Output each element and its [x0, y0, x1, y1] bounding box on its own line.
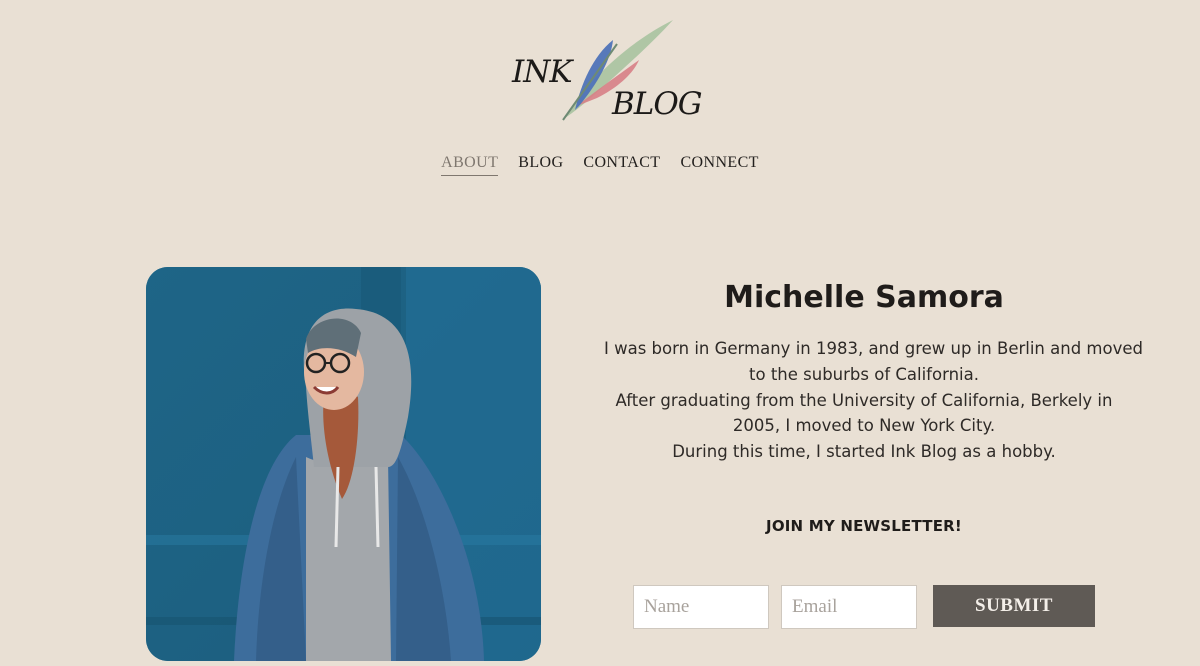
- ink-blog-logo[interactable]: INK BLOG: [505, 14, 705, 126]
- nav-item-connect[interactable]: CONNECT: [680, 154, 758, 176]
- newsletter-submit-button[interactable]: SUBMIT: [933, 585, 1095, 627]
- bio-line: During this time, I started Ink Blog as …: [672, 442, 1056, 462]
- bio-line: 2005, I moved to New York City.: [732, 416, 996, 436]
- nav-item-about[interactable]: ABOUT: [441, 154, 499, 176]
- profile-name: Michelle Samora: [724, 280, 1004, 315]
- page: INK BLOG ABOUT BLOG CONTACT CONNECT Mich…: [0, 0, 1200, 666]
- logo-text-blog: BLOG: [612, 86, 703, 122]
- profile-bio: I was born in Germany in 1983, and grew …: [604, 336, 1143, 465]
- logo-text-ink: INK: [512, 54, 573, 90]
- main-nav: ABOUT BLOG CONTACT CONNECT: [0, 154, 1200, 176]
- bio-line: I was born in Germany in 1983, and grew …: [604, 339, 1143, 358]
- profile-photo: [146, 267, 541, 661]
- bio-line: After graduating from the University of …: [615, 390, 1113, 410]
- nav-item-blog[interactable]: BLOG: [518, 154, 563, 176]
- nav-item-contact[interactable]: CONTACT: [583, 154, 660, 176]
- newsletter-name-input[interactable]: [633, 585, 769, 629]
- newsletter-title: JOIN MY NEWSLETTER!: [766, 517, 962, 535]
- bio-line: to the suburbs of California.: [749, 364, 979, 384]
- newsletter-email-input[interactable]: [781, 585, 917, 629]
